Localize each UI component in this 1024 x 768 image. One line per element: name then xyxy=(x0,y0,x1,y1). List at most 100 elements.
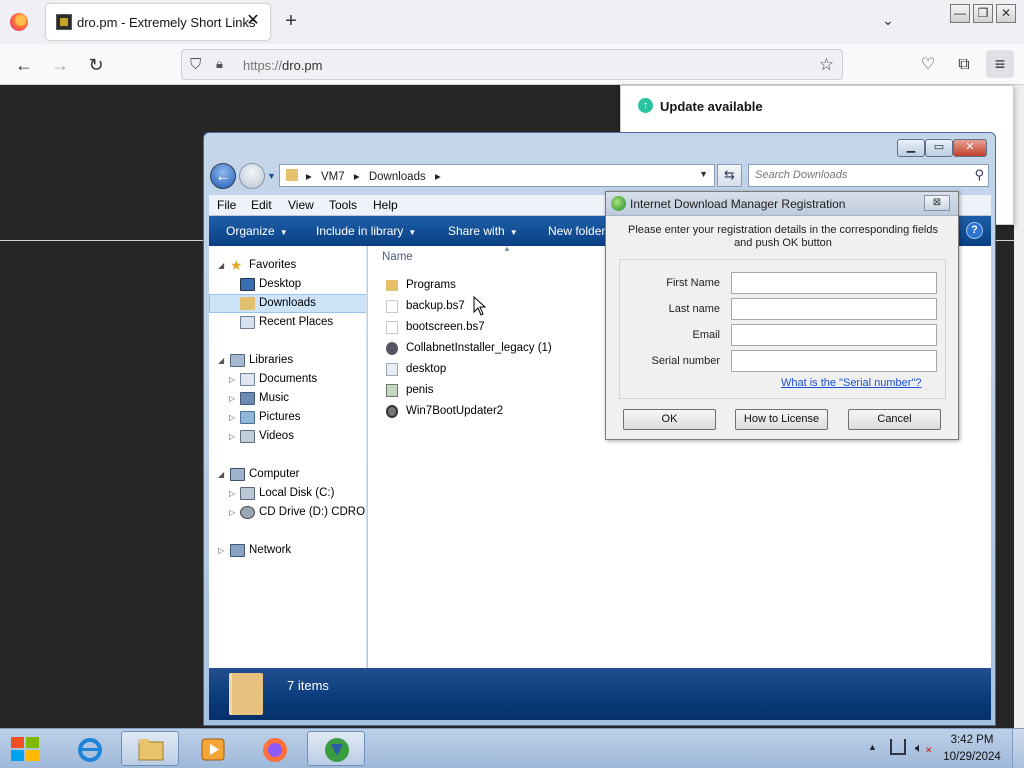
explorer-forward-button[interactable] xyxy=(239,163,265,189)
breadcrumb-separator-icon[interactable]: ▸ xyxy=(435,171,441,183)
url-bar[interactable]: ⛉ 🔒︎ https://dro.pm ☆ xyxy=(181,49,843,80)
nav-item-documents[interactable]: ▷ Documents xyxy=(209,370,366,389)
windows-start-icon[interactable] xyxy=(8,734,42,764)
nav-item-libraries[interactable]: ◢ Libraries xyxy=(209,351,366,370)
cancel-button[interactable]: Cancel xyxy=(848,409,941,430)
serial-number-field[interactable] xyxy=(731,350,937,372)
network-tray-icon[interactable] xyxy=(890,739,906,755)
show-desktop-button[interactable] xyxy=(1012,729,1024,768)
window-restore-button[interactable]: ❐ xyxy=(973,4,993,23)
nav-item-videos[interactable]: ▷ Videos xyxy=(209,427,366,446)
collapsed-triangle-icon[interactable]: ▷ xyxy=(229,389,235,408)
breadcrumb-item[interactable]: VM7 xyxy=(321,171,345,183)
collapsed-triangle-icon[interactable]: ▷ xyxy=(218,541,224,560)
taskbar-idm[interactable] xyxy=(307,731,365,766)
clock-date[interactable]: 10/29/2024 xyxy=(940,751,1004,763)
include-in-library-button[interactable]: Include in library ▼ xyxy=(316,224,416,238)
refresh-icon[interactable]: ⇆ xyxy=(717,164,742,187)
details-pane: 7 items xyxy=(209,668,991,720)
how-to-license-button[interactable]: How to License xyxy=(735,409,828,430)
search-icon[interactable]: ⚲ xyxy=(974,167,984,183)
collapsed-triangle-icon[interactable]: ▷ xyxy=(229,427,235,446)
network-icon xyxy=(230,544,245,557)
show-hidden-icons-button[interactable]: ▲ xyxy=(868,742,877,752)
bookmark-star-icon[interactable]: ☆ xyxy=(819,55,834,75)
menu-help[interactable]: Help xyxy=(373,198,398,212)
recent-pages-dropdown-icon[interactable]: ▼ xyxy=(267,171,276,181)
back-arrow-icon[interactable]: ← xyxy=(12,53,36,77)
nav-item-computer[interactable]: ◢ Computer xyxy=(209,465,366,484)
browser-tab-active[interactable]: dro.pm - Extremely Short Links ✕ xyxy=(46,4,270,40)
taskbar-internet-explorer[interactable] xyxy=(60,731,118,766)
last-name-field[interactable] xyxy=(731,298,937,320)
dialog-titlebar[interactable]: Internet Download Manager Registration ⊠ xyxy=(606,192,958,216)
explorer-search-box[interactable]: ⚲ xyxy=(748,164,989,187)
breadcrumb-separator-icon[interactable]: ▸ xyxy=(354,171,360,183)
breadcrumb-item[interactable]: Downloads xyxy=(369,171,426,183)
nav-item-cd-drive[interactable]: ▷ CD Drive (D:) CDROM xyxy=(209,503,366,522)
menu-tools[interactable]: Tools xyxy=(329,198,357,212)
collapsed-triangle-icon[interactable]: ▷ xyxy=(229,370,235,389)
search-input[interactable] xyxy=(755,169,960,181)
nav-item-network[interactable]: ▷ Network xyxy=(209,541,366,560)
clock-time[interactable]: 3:42 PM xyxy=(940,734,1004,746)
nav-item-favorites[interactable]: ◢ ★ Favorites xyxy=(209,256,366,275)
nav-item-label: Favorites xyxy=(249,259,297,271)
window-minimize-button[interactable]: — xyxy=(950,4,970,23)
menu-file[interactable]: File xyxy=(217,198,236,212)
nav-item-pictures[interactable]: ▷ Pictures xyxy=(209,408,366,427)
explorer-address-bar[interactable]: ▸ VM7 ▸ Downloads ▸ ▼ xyxy=(279,164,715,187)
star-icon: ★ xyxy=(230,257,243,273)
reload-icon[interactable]: ↻ xyxy=(84,53,108,77)
tracking-shield-icon[interactable]: ⛉ xyxy=(190,56,206,74)
breadcrumb-separator-icon[interactable]: ▸ xyxy=(306,171,312,183)
column-header-name[interactable]: Name xyxy=(382,251,413,263)
app-menu-hamburger-icon[interactable]: ≡ xyxy=(986,50,1014,78)
expanded-triangle-icon[interactable]: ◢ xyxy=(218,256,224,275)
first-name-field[interactable] xyxy=(731,272,937,294)
url-text[interactable]: https://dro.pm xyxy=(243,58,323,73)
collapsed-triangle-icon[interactable]: ▷ xyxy=(229,503,235,522)
share-with-label: Share with xyxy=(448,224,505,238)
collapsed-triangle-icon[interactable]: ▷ xyxy=(229,484,235,503)
nav-item-downloads[interactable]: Downloads xyxy=(209,294,366,313)
share-with-button[interactable]: Share with ▼ xyxy=(448,224,518,238)
firefox-logo-icon[interactable] xyxy=(10,13,28,31)
explorer-minimize-button[interactable]: ▁ xyxy=(897,139,925,157)
local-disk-icon xyxy=(240,487,255,500)
organize-button[interactable]: Organize ▼ xyxy=(226,224,288,238)
lock-icon[interactable]: 🔒︎ xyxy=(216,56,232,74)
pocket-icon[interactable]: ♡ xyxy=(916,53,940,77)
volume-tray-icon[interactable]: 🔈︎ xyxy=(915,740,923,756)
page-scrollbar[interactable] xyxy=(1014,85,1024,728)
explorer-close-button[interactable]: ✕ xyxy=(953,139,987,157)
file-name: Win7BootUpdater2 xyxy=(406,405,504,417)
tab-close-button[interactable]: ✕ xyxy=(244,12,262,30)
forward-arrow-icon[interactable]: → xyxy=(48,53,72,77)
taskbar-media-player[interactable] xyxy=(183,731,241,766)
list-all-tabs-button[interactable]: ⌄ xyxy=(878,12,898,32)
expanded-triangle-icon[interactable]: ◢ xyxy=(218,465,224,484)
collapsed-triangle-icon[interactable]: ▷ xyxy=(229,408,235,427)
menu-view[interactable]: View xyxy=(288,198,314,212)
window-close-button[interactable]: ✕ xyxy=(996,4,1016,23)
email-field[interactable] xyxy=(731,324,937,346)
explorer-back-button[interactable]: ← xyxy=(210,163,236,189)
nav-item-desktop[interactable]: Desktop xyxy=(209,275,366,294)
nav-item-music[interactable]: ▷ Music xyxy=(209,389,366,408)
new-folder-button[interactable]: New folder xyxy=(548,224,605,238)
expanded-triangle-icon[interactable]: ◢ xyxy=(218,351,224,370)
explorer-maximize-button[interactable]: ▭ xyxy=(925,139,953,157)
taskbar-firefox[interactable] xyxy=(245,731,303,766)
dialog-close-button[interactable]: ⊠ xyxy=(924,195,950,211)
menu-edit[interactable]: Edit xyxy=(251,198,272,212)
address-dropdown-icon[interactable]: ▼ xyxy=(699,169,708,179)
ok-button[interactable]: OK xyxy=(623,409,716,430)
nav-item-local-disk[interactable]: ▷ Local Disk (C:) xyxy=(209,484,366,503)
taskbar-windows-explorer[interactable] xyxy=(121,731,179,766)
serial-number-help-link[interactable]: What is the "Serial number"? xyxy=(781,377,921,389)
nav-item-recent-places[interactable]: Recent Places xyxy=(209,313,366,332)
help-icon[interactable]: ? xyxy=(966,222,983,239)
extensions-puzzle-icon[interactable]: ⧉ xyxy=(952,53,976,77)
new-tab-button[interactable]: + xyxy=(280,10,302,32)
